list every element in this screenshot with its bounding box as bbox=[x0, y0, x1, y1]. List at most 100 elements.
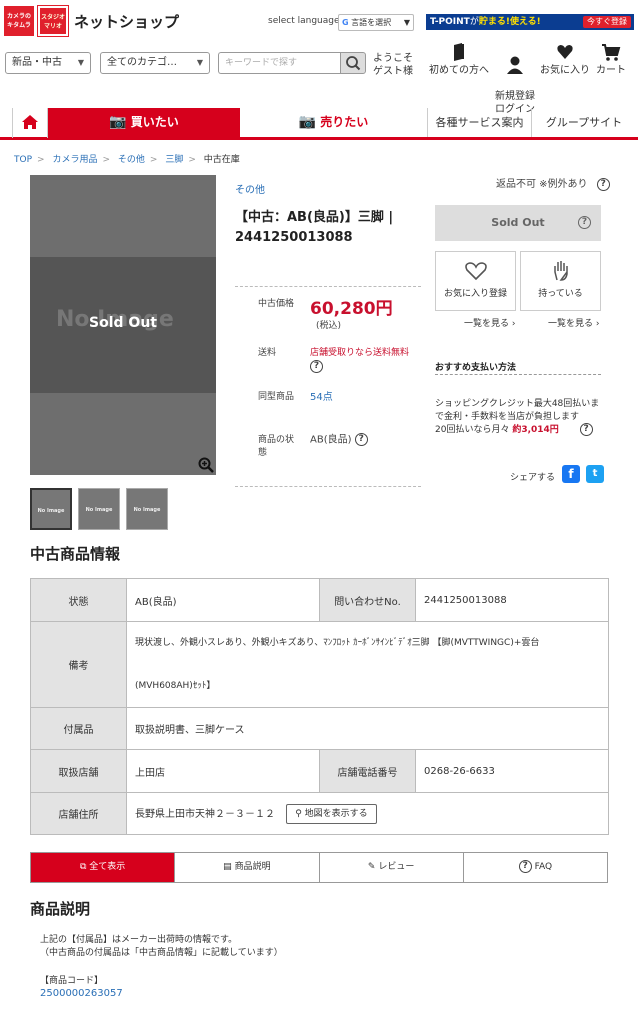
header: カメラの キタムラ スタジオ マリオ ネットショップ select langua… bbox=[0, 0, 638, 42]
breadcrumb-other[interactable]: その他 bbox=[118, 155, 145, 165]
state-label: 状態 bbox=[30, 578, 127, 622]
description-line: 上記の【付属品】はメーカー出荷時の情報です。 bbox=[40, 935, 238, 945]
heart-icon bbox=[557, 45, 573, 59]
help-icon[interactable]: ? bbox=[579, 423, 593, 436]
user-icon bbox=[507, 56, 523, 74]
product-code-link[interactable]: 2500000263057 bbox=[40, 988, 123, 999]
breadcrumb-separator: > bbox=[188, 155, 196, 165]
home-button[interactable] bbox=[12, 108, 48, 138]
search-icon bbox=[346, 56, 361, 71]
store-tel-value: 0268-26-6633 bbox=[415, 749, 609, 793]
tpoint-slogan: 貯まる!使える! bbox=[478, 17, 541, 27]
welcome-line: ようこそ bbox=[373, 53, 413, 64]
nav-favorites[interactable]: お気に入り bbox=[540, 42, 590, 77]
store-tel-label: 店舗電話番号 bbox=[319, 749, 416, 793]
twitter-icon[interactable]: t bbox=[586, 465, 604, 483]
chevron-right-icon: › bbox=[511, 319, 516, 329]
chevron-down-icon: ▼ bbox=[196, 58, 203, 67]
price-label: 中古価格 bbox=[258, 299, 295, 309]
tpoint-register-button[interactable]: 今すぐ登録 bbox=[583, 16, 631, 28]
used-info-title: 中古商品情報 bbox=[30, 545, 121, 563]
language-label: select language bbox=[268, 16, 340, 26]
monthly-note: 20回払いなら月々 約3,014円 ? bbox=[435, 423, 605, 437]
tab-faq[interactable]: ? FAQ bbox=[462, 853, 607, 882]
tpoint-banner[interactable]: T-POINTが貯まる!使える! 今すぐ登録 bbox=[426, 14, 634, 30]
store-value: 上田店 bbox=[126, 749, 320, 793]
facebook-icon[interactable]: f bbox=[562, 465, 580, 483]
camera-search-icon: 📷 bbox=[298, 114, 317, 130]
shop-name[interactable]: ネットショップ bbox=[74, 11, 179, 32]
help-icon[interactable]: ? bbox=[578, 216, 591, 229]
thumbnail[interactable]: No Image bbox=[126, 488, 168, 530]
camera-cart-icon: 📷 bbox=[109, 114, 127, 130]
nav-register-login[interactable]: 新規登録 ログイン bbox=[490, 42, 540, 116]
language-select[interactable]: G 言語を選択 ▼ bbox=[338, 14, 414, 31]
thumbnail[interactable]: No Image bbox=[30, 488, 72, 530]
store-address-label: 店舗住所 bbox=[30, 792, 127, 835]
breadcrumb-separator: > bbox=[102, 155, 110, 165]
nav-cart[interactable]: カート bbox=[592, 42, 630, 77]
help-icon[interactable]: ? bbox=[596, 177, 610, 191]
zoom-icon[interactable] bbox=[198, 457, 214, 473]
store-address-value: 長野県上田市天神２－３－１２ ⚲ 地図を表示する bbox=[126, 792, 609, 835]
tab-review[interactable]: ✎ レビュー bbox=[318, 853, 463, 882]
same-model-link[interactable]: 54点 bbox=[310, 391, 333, 404]
map-pin-icon: ⚲ bbox=[295, 808, 302, 819]
show-map-button[interactable]: ⚲ 地図を表示する bbox=[286, 803, 377, 824]
note-value: 現状渡し、外観小スレあり、外観小キズあり、ﾏﾝﾌﾛｯﾄ ｶｰﾎﾞﾝｻｲﾝﾋﾞﾃﾞ… bbox=[126, 621, 609, 708]
own-it-button[interactable]: 持っている bbox=[520, 251, 601, 311]
tab-buy[interactable]: 📷 買いたい bbox=[48, 108, 240, 137]
note-line: 現状渡し、外観小スレあり、外観小キズあり、ﾏﾝﾌﾛｯﾄ ｶｰﾎﾞﾝｻｲﾝﾋﾞﾃﾞ… bbox=[135, 637, 540, 648]
search-button[interactable] bbox=[340, 52, 366, 74]
sold-out-overlay: Sold Out bbox=[89, 315, 157, 331]
shipping-value: 店舗受取りなら送料無料 ? bbox=[310, 348, 410, 373]
breadcrumb-separator: > bbox=[149, 155, 158, 165]
welcome-text: ようこそ ゲスト様 bbox=[373, 52, 413, 78]
breadcrumb-tripod[interactable]: 三脚 bbox=[165, 155, 183, 165]
tpoint-brand: T-POINT bbox=[430, 17, 470, 27]
inquiry-label: 問い合わせNo. bbox=[319, 578, 416, 622]
chevron-right-icon: › bbox=[595, 319, 600, 329]
monthly-amount: 約3,014円 bbox=[512, 425, 559, 435]
sold-out-button: Sold Out ? bbox=[435, 205, 601, 241]
kitamura-logo[interactable]: カメラの キタムラ bbox=[4, 6, 34, 36]
shipping-label: 送料 bbox=[258, 348, 277, 358]
credit-note: ショッピングクレジット最大48回払いまで金利・手数料を当店が負担します bbox=[435, 399, 600, 422]
breadcrumb: TOP > カメラ用品 > その他 > 三脚 > 中古在庫 bbox=[14, 152, 240, 165]
product-main-image[interactable]: No Image Sold Out bbox=[30, 175, 216, 475]
google-icon: G bbox=[342, 18, 349, 27]
category-select[interactable]: 全てのカテゴ… ▼ bbox=[100, 52, 210, 74]
product-category-link[interactable]: その他 bbox=[235, 181, 265, 196]
cart-icon bbox=[602, 44, 621, 61]
chevron-down-icon: ▼ bbox=[77, 58, 84, 67]
tab-show-all[interactable]: ⧉ 全て表示 bbox=[31, 853, 175, 882]
thumbnail[interactable]: No Image bbox=[78, 488, 120, 530]
same-model-label: 同型商品 bbox=[258, 392, 295, 402]
note-line: (MVH608AH)ｾｯﾄ】 bbox=[135, 680, 216, 691]
tab-sell[interactable]: 📷 売りたい bbox=[240, 108, 428, 137]
condition-label: 商品の状態 bbox=[258, 435, 295, 458]
tab-description[interactable]: ▤ 商品説明 bbox=[174, 853, 318, 882]
breadcrumb-top[interactable]: TOP bbox=[14, 155, 32, 165]
nav-first-time[interactable]: 初めての方へ bbox=[428, 42, 490, 77]
nav-services[interactable]: 各種サービス案内 bbox=[428, 108, 532, 137]
product-code-label: 【商品コード】 bbox=[40, 976, 104, 986]
help-icon[interactable]: ? bbox=[310, 360, 323, 373]
add-favorite-button[interactable]: お気に入り登録 bbox=[435, 251, 516, 311]
tax-note: (税込) bbox=[316, 321, 342, 331]
heart-outline-icon bbox=[464, 262, 487, 281]
help-icon[interactable]: ? bbox=[354, 433, 368, 446]
nav-group-sites[interactable]: グループサイト bbox=[532, 108, 636, 137]
owned-list-link[interactable]: 一覧を見る › bbox=[548, 316, 600, 329]
breadcrumb-camera-goods[interactable]: カメラ用品 bbox=[52, 155, 97, 165]
store-label: 取扱店舗 bbox=[30, 749, 127, 793]
description-text: 上記の【付属品】はメーカー出荷時の情報です。 （中古商品の付属品は「中古商品情報… bbox=[40, 934, 283, 988]
main-nav: 📷 買いたい 📷 売りたい 各種サービス案内 グループサイト bbox=[0, 106, 638, 140]
breadcrumb-separator: > bbox=[37, 155, 45, 165]
tpoint-text: が bbox=[469, 17, 479, 27]
condition-select[interactable]: 新品・中古 ▼ bbox=[5, 52, 91, 74]
studio-mario-logo[interactable]: スタジオ マリオ bbox=[37, 5, 69, 37]
book-icon bbox=[454, 43, 464, 61]
search-input[interactable]: キーワードで探す bbox=[218, 52, 340, 74]
favorite-list-link[interactable]: 一覧を見る › bbox=[464, 316, 516, 329]
